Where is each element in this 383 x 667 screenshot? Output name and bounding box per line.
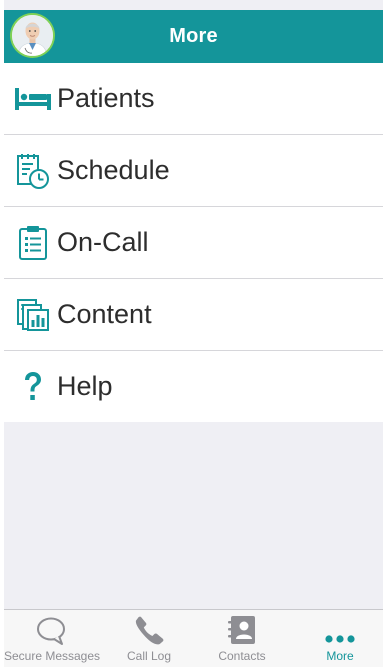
menu-item-help[interactable]: Help: [4, 351, 383, 422]
tab-label: Contacts: [218, 649, 266, 663]
tab-label: Call Log: [126, 649, 172, 663]
menu-item-patients[interactable]: Patients: [4, 63, 383, 135]
more-menu: Patients Schedule On-Call Content Help: [4, 63, 383, 422]
tab-more[interactable]: More: [297, 610, 383, 667]
calendar-clock-icon: [14, 152, 52, 190]
phone-icon: [133, 610, 165, 649]
hospital-bed-icon: [14, 80, 52, 118]
menu-item-label: Content: [57, 299, 152, 329]
menu-item-label: Patients: [57, 83, 155, 113]
menu-item-content[interactable]: Content: [4, 279, 383, 351]
menu-item-schedule[interactable]: Schedule: [4, 135, 383, 207]
menu-item-label: On-Call: [57, 227, 149, 257]
more-dots-icon: [323, 610, 357, 649]
clipboard-list-icon: [14, 224, 52, 262]
menu-item-label: Help: [57, 371, 113, 401]
tab-label: More: [326, 649, 354, 663]
tab-bar: Secure Messages Call Log Contacts More: [4, 609, 383, 667]
menu-item-label: Schedule: [57, 155, 170, 185]
avatar[interactable]: [12, 15, 53, 56]
tab-label: Secure Messages: [3, 649, 101, 663]
question-mark-icon: [14, 368, 52, 406]
chat-bubble-icon: [35, 610, 69, 649]
contact-book-icon: [226, 610, 258, 649]
tab-secure-messages[interactable]: Secure Messages: [2, 610, 102, 667]
doctor-avatar-icon: [12, 15, 53, 56]
tab-call-log[interactable]: Call Log: [104, 610, 194, 667]
documents-chart-icon: [14, 296, 52, 334]
left-edge: [0, 0, 4, 667]
header-bar: More: [4, 10, 383, 63]
tab-contacts[interactable]: Contacts: [197, 610, 287, 667]
page-title: More: [169, 25, 218, 47]
menu-item-on-call[interactable]: On-Call: [4, 207, 383, 279]
more-screen: More Patients Schedule On-Call Content H…: [0, 0, 383, 667]
